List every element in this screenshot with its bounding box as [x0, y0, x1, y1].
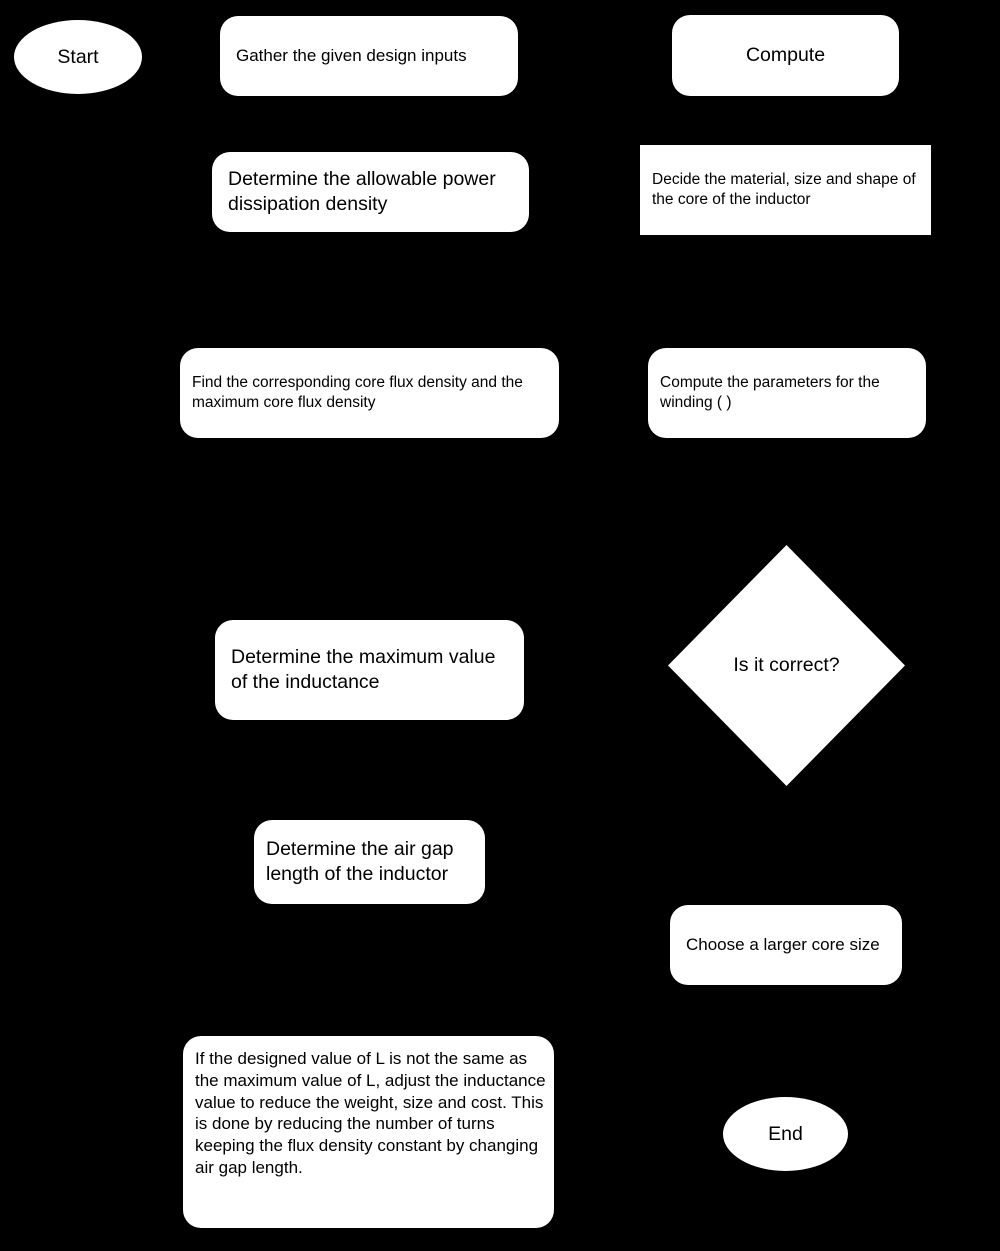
- node-allowable-power-dissipation[interactable]: Determine the allowable power dissipatio…: [212, 152, 529, 232]
- node-gather-inputs[interactable]: Gather the given design inputs: [220, 16, 518, 96]
- node-allowable-power-dissipation-label: Determine the allowable power dissipatio…: [228, 168, 502, 215]
- node-compute-label: Compute: [745, 44, 826, 67]
- node-max-inductance[interactable]: Determine the maximum value of the induc…: [215, 620, 524, 720]
- node-winding-parameters-label: Compute the parameters for the winding (…: [660, 374, 885, 411]
- node-is-correct[interactable]: Is it correct?: [668, 545, 905, 786]
- node-end[interactable]: End: [723, 1097, 848, 1171]
- node-gather-inputs-label: Gather the given design inputs: [236, 46, 467, 66]
- node-find-flux-density-label: Find the corresponding core flux density…: [192, 374, 528, 411]
- node-decide-core-label: Decide the material, size and shape of t…: [652, 171, 920, 208]
- node-compute[interactable]: Compute: [672, 15, 899, 96]
- node-start-label: Start: [57, 45, 99, 68]
- node-winding-parameters[interactable]: Compute the parameters for the winding (…: [648, 348, 926, 438]
- node-air-gap-length-label: Determine the air gap length of the indu…: [266, 838, 459, 885]
- node-start[interactable]: Start: [14, 20, 142, 94]
- node-find-flux-density[interactable]: Find the corresponding core flux density…: [180, 348, 559, 438]
- node-choose-larger-core-label: Choose a larger core size: [686, 935, 880, 955]
- node-decide-core[interactable]: Decide the material, size and shape of t…: [640, 145, 931, 235]
- node-is-correct-label: Is it correct?: [733, 654, 840, 677]
- node-choose-larger-core[interactable]: Choose a larger core size: [670, 905, 902, 985]
- node-end-label: End: [768, 1122, 803, 1145]
- node-adjust-inductance-label: If the designed value of L is not the sa…: [195, 1049, 551, 1177]
- node-max-inductance-label: Determine the maximum value of the induc…: [231, 646, 501, 693]
- flowchart-canvas: Start Gather the given design inputs Com…: [0, 0, 1000, 1251]
- node-adjust-inductance[interactable]: If the designed value of L is not the sa…: [183, 1036, 554, 1228]
- node-air-gap-length[interactable]: Determine the air gap length of the indu…: [254, 820, 485, 904]
